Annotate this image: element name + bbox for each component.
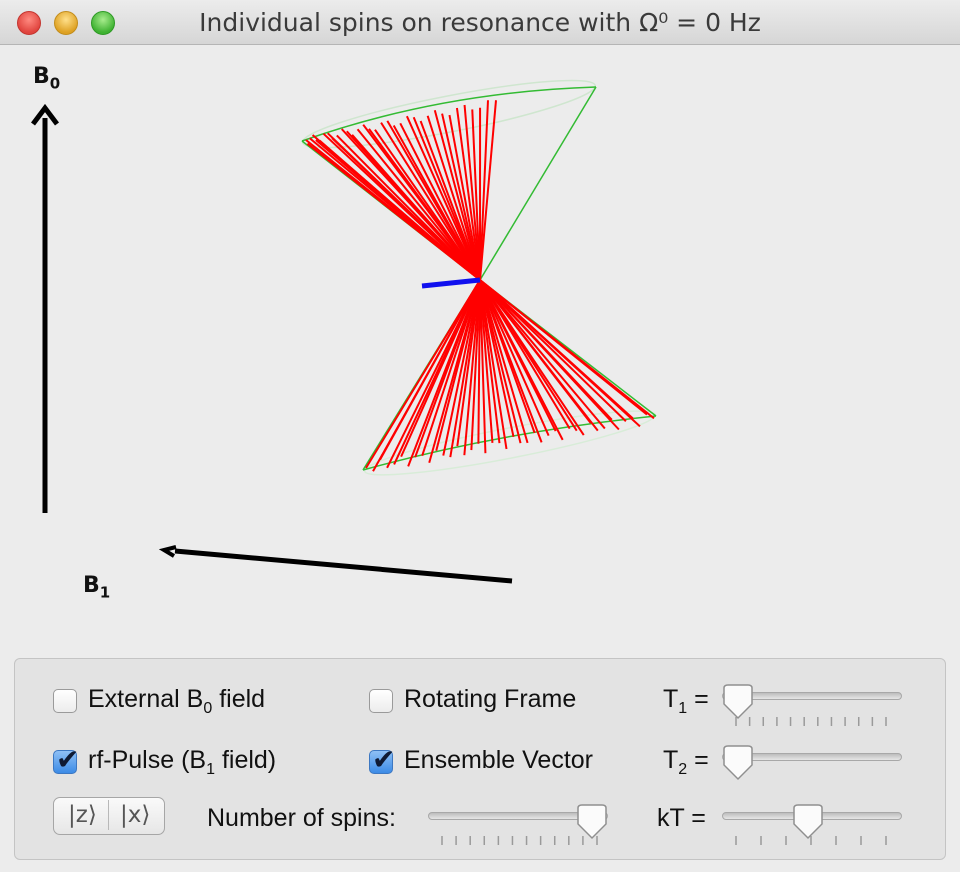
state-toggle-button[interactable]: |z⟩ |x⟩ [53,797,165,835]
t1-label: T1 = [663,685,709,717]
spin-vector [479,100,489,281]
t2-label: T2 = [663,746,709,778]
spin-vector [356,128,481,281]
x-state-label: |x⟩ [120,802,151,828]
number-of-spins-label: Number of spins: [207,804,396,832]
ensemble-vector-label[interactable]: Ensemble Vector [404,746,593,775]
t2-slider-knob[interactable] [722,745,754,781]
rotating-frame-checkbox[interactable] [369,689,393,713]
rf-pulse-label[interactable]: rf-Pulse (B1 field) [88,746,276,779]
kt-label: kT = [657,804,706,832]
t1-slider-knob[interactable] [722,684,754,720]
external-b0-checkbox[interactable] [53,689,77,713]
spin-vector [318,139,481,281]
spin-vectors [305,100,655,472]
spin-vector [479,279,599,432]
ensemble-vector [421,277,481,289]
z-state-label: |z⟩ [68,802,97,828]
ensemble-vector-checkbox[interactable] [369,743,395,776]
b1-field-arrow [158,545,513,584]
b0-label: B0 [33,64,61,93]
kt-slider-knob[interactable] [792,804,824,840]
window-title: Individual spins on resonance with Ω⁰ = … [199,8,761,37]
external-b0-label[interactable]: External B0 field [88,685,265,718]
spin-vector [392,125,481,281]
spin-vector [365,279,481,469]
spin-visualization[interactable] [0,45,960,645]
b0-field-arrow [31,103,59,513]
t1-slider-ticks [735,717,887,726]
rotating-frame-label[interactable]: Rotating Frame [404,685,576,714]
title-bar: Individual spins on resonance with Ω⁰ = … [0,0,960,45]
b1-label: B1 [83,573,111,602]
spin-vector [479,100,497,281]
button-divider [108,800,109,830]
rf-pulse-checkbox[interactable] [53,743,79,776]
number-of-spins-slider-knob[interactable] [576,804,608,840]
